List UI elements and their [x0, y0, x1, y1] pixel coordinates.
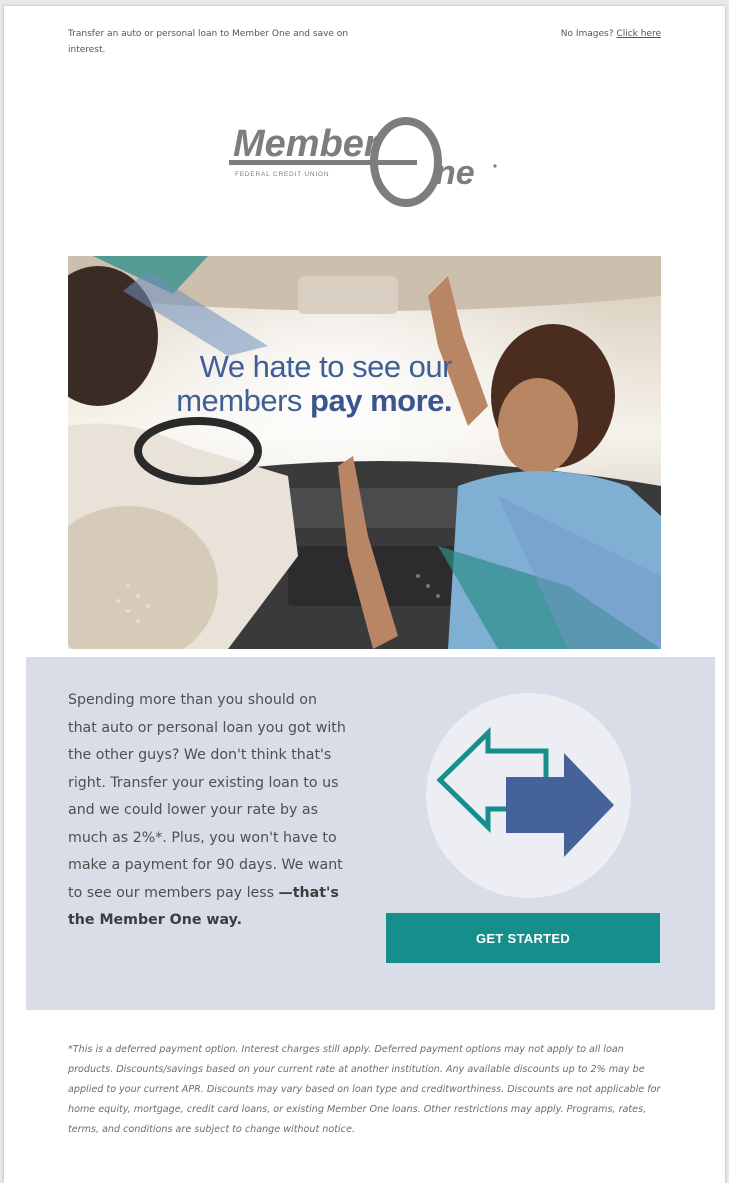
no-images-notice: No Images? Click here — [561, 26, 661, 42]
logo-word-ne: ne — [435, 154, 475, 192]
hero-image[interactable]: We hate to see our members pay more. — [68, 256, 661, 649]
email-container: Transfer an auto or personal loan to Mem… — [4, 6, 725, 1183]
disclaimer-text: *This is a deferred payment option. Inte… — [68, 1044, 661, 1135]
logo-word-member: Member — [233, 123, 381, 165]
get-started-button[interactable]: GET STARTED — [386, 913, 660, 963]
content-panel: Spending more than you should on that au… — [26, 657, 715, 1010]
hero-headline-line2: members pay more. — [152, 384, 452, 418]
panel-body-regular: Spending more than you should on that au… — [68, 692, 346, 901]
click-here-link[interactable]: Click here — [616, 29, 661, 39]
logo-trademark-dot — [493, 164, 497, 168]
member-one-logo[interactable]: Member ne FEDERAL CREDIT UNION — [229, 114, 499, 208]
hero-headline-bold: pay more. — [310, 383, 452, 418]
no-images-label: No Images? — [560, 29, 614, 39]
hero-headline-regular: members — [176, 383, 311, 418]
logo-tagline: FEDERAL CREDIT UNION — [235, 171, 329, 178]
hero-headline: We hate to see our members pay more. — [152, 350, 452, 418]
panel-body-text: Spending more than you should on that au… — [68, 687, 348, 935]
hero-photo-illustration — [68, 256, 661, 649]
preheader-text: Transfer an auto or personal loan to Mem… — [68, 29, 349, 55]
transfer-arrows-icon — [436, 727, 614, 857]
transfer-icon-circle — [426, 693, 631, 898]
hero-headline-line1: We hate to see our — [199, 349, 453, 384]
